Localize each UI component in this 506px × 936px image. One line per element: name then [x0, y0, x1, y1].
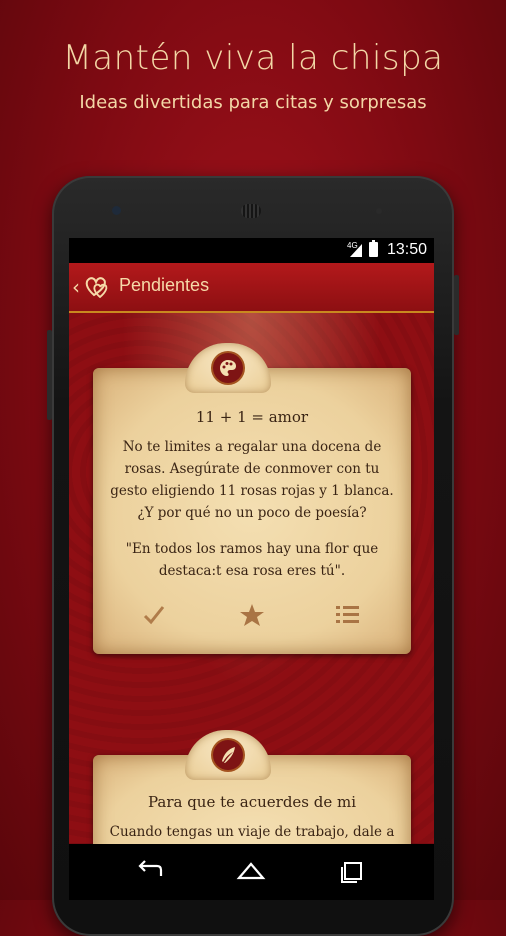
hearts-icon[interactable]: [83, 273, 111, 301]
status-time: 13:50: [386, 241, 427, 258]
recents-icon[interactable]: [332, 858, 372, 886]
front-camera: [112, 206, 121, 215]
palette-icon: [220, 360, 236, 376]
battery-icon: [369, 240, 378, 257]
back-icon[interactable]: [131, 858, 171, 886]
check-icon[interactable]: [139, 600, 169, 630]
star-icon[interactable]: [237, 600, 267, 630]
power-button: [454, 275, 459, 335]
nav-bar: [69, 844, 434, 900]
signal-icon: [350, 244, 362, 257]
promo-subhead: Ideas divertidas para citas y sorpresas: [79, 92, 427, 113]
app-bar: ‹ Pendientes: [69, 263, 434, 313]
quill-icon: [222, 747, 235, 763]
volume-button: [47, 330, 52, 420]
card-title: 11 + 1 = amor: [195, 408, 309, 426]
card-title: Para que te acuerdes de mi: [147, 793, 357, 811]
card-body: Cuando tengas un viaje de trabajo, dale …: [109, 824, 395, 840]
earpiece-speaker: [241, 204, 261, 218]
screen-title: Pendientes: [119, 275, 210, 295]
phone-screen: 4G 13:50 ‹ Pendientes 11 + 1 = amor No t…: [69, 238, 434, 900]
list-icon[interactable]: [333, 600, 363, 630]
home-icon[interactable]: [231, 858, 271, 886]
promo-headline: Mantén viva la chispa: [62, 38, 444, 78]
chevron-left-icon[interactable]: ‹: [72, 275, 80, 299]
card-body: No te limites a regalar una docena de ro…: [110, 439, 394, 521]
idea-card: 11 + 1 = amor No te limites a regalar un…: [93, 368, 411, 654]
card-actions: [93, 600, 411, 630]
status-bar: 4G 13:50: [69, 238, 434, 263]
card-quote: "En todos los ramos hay una flor que des…: [125, 541, 379, 579]
light-sensor: [376, 208, 382, 214]
